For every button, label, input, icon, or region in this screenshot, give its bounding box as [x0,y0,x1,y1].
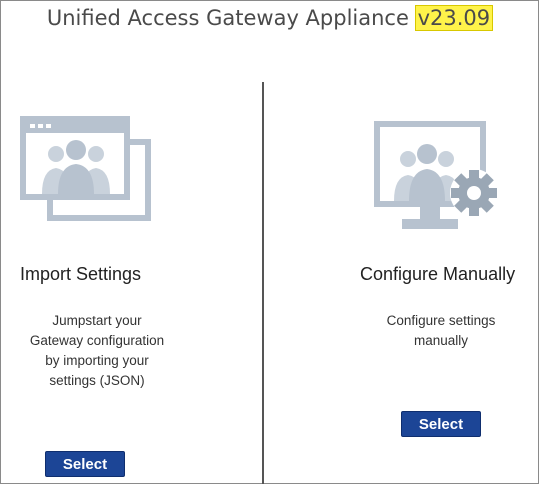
panel-divider [262,82,264,484]
page-title-text: Unified Access Gateway Appliance [46,6,416,30]
description-line: settings (JSON) [49,373,145,388]
description-line: Configure settings [386,313,496,328]
description-line: manually [413,333,469,348]
configure-manually-description: Configure settings manually [346,311,536,351]
configure-manually-select-button[interactable]: Select [401,411,481,437]
page-title: Unified Access Gateway Appliance v23.09 [0,5,539,31]
import-settings-description: Jumpstart your Gateway configuration by … [2,311,192,391]
description-line: Gateway configuration [29,333,165,348]
monitor-users-gear-icon [374,121,498,229]
version-badge: v23.09 [414,5,494,31]
import-settings-select-button[interactable]: Select [45,451,125,477]
import-settings-title: Import Settings [20,264,142,284]
import-windows-users-icon [20,116,151,221]
description-line: by importing your [45,353,149,368]
description-line: Jumpstart your [52,313,142,328]
configure-manually-title: Configure Manually [360,264,516,284]
